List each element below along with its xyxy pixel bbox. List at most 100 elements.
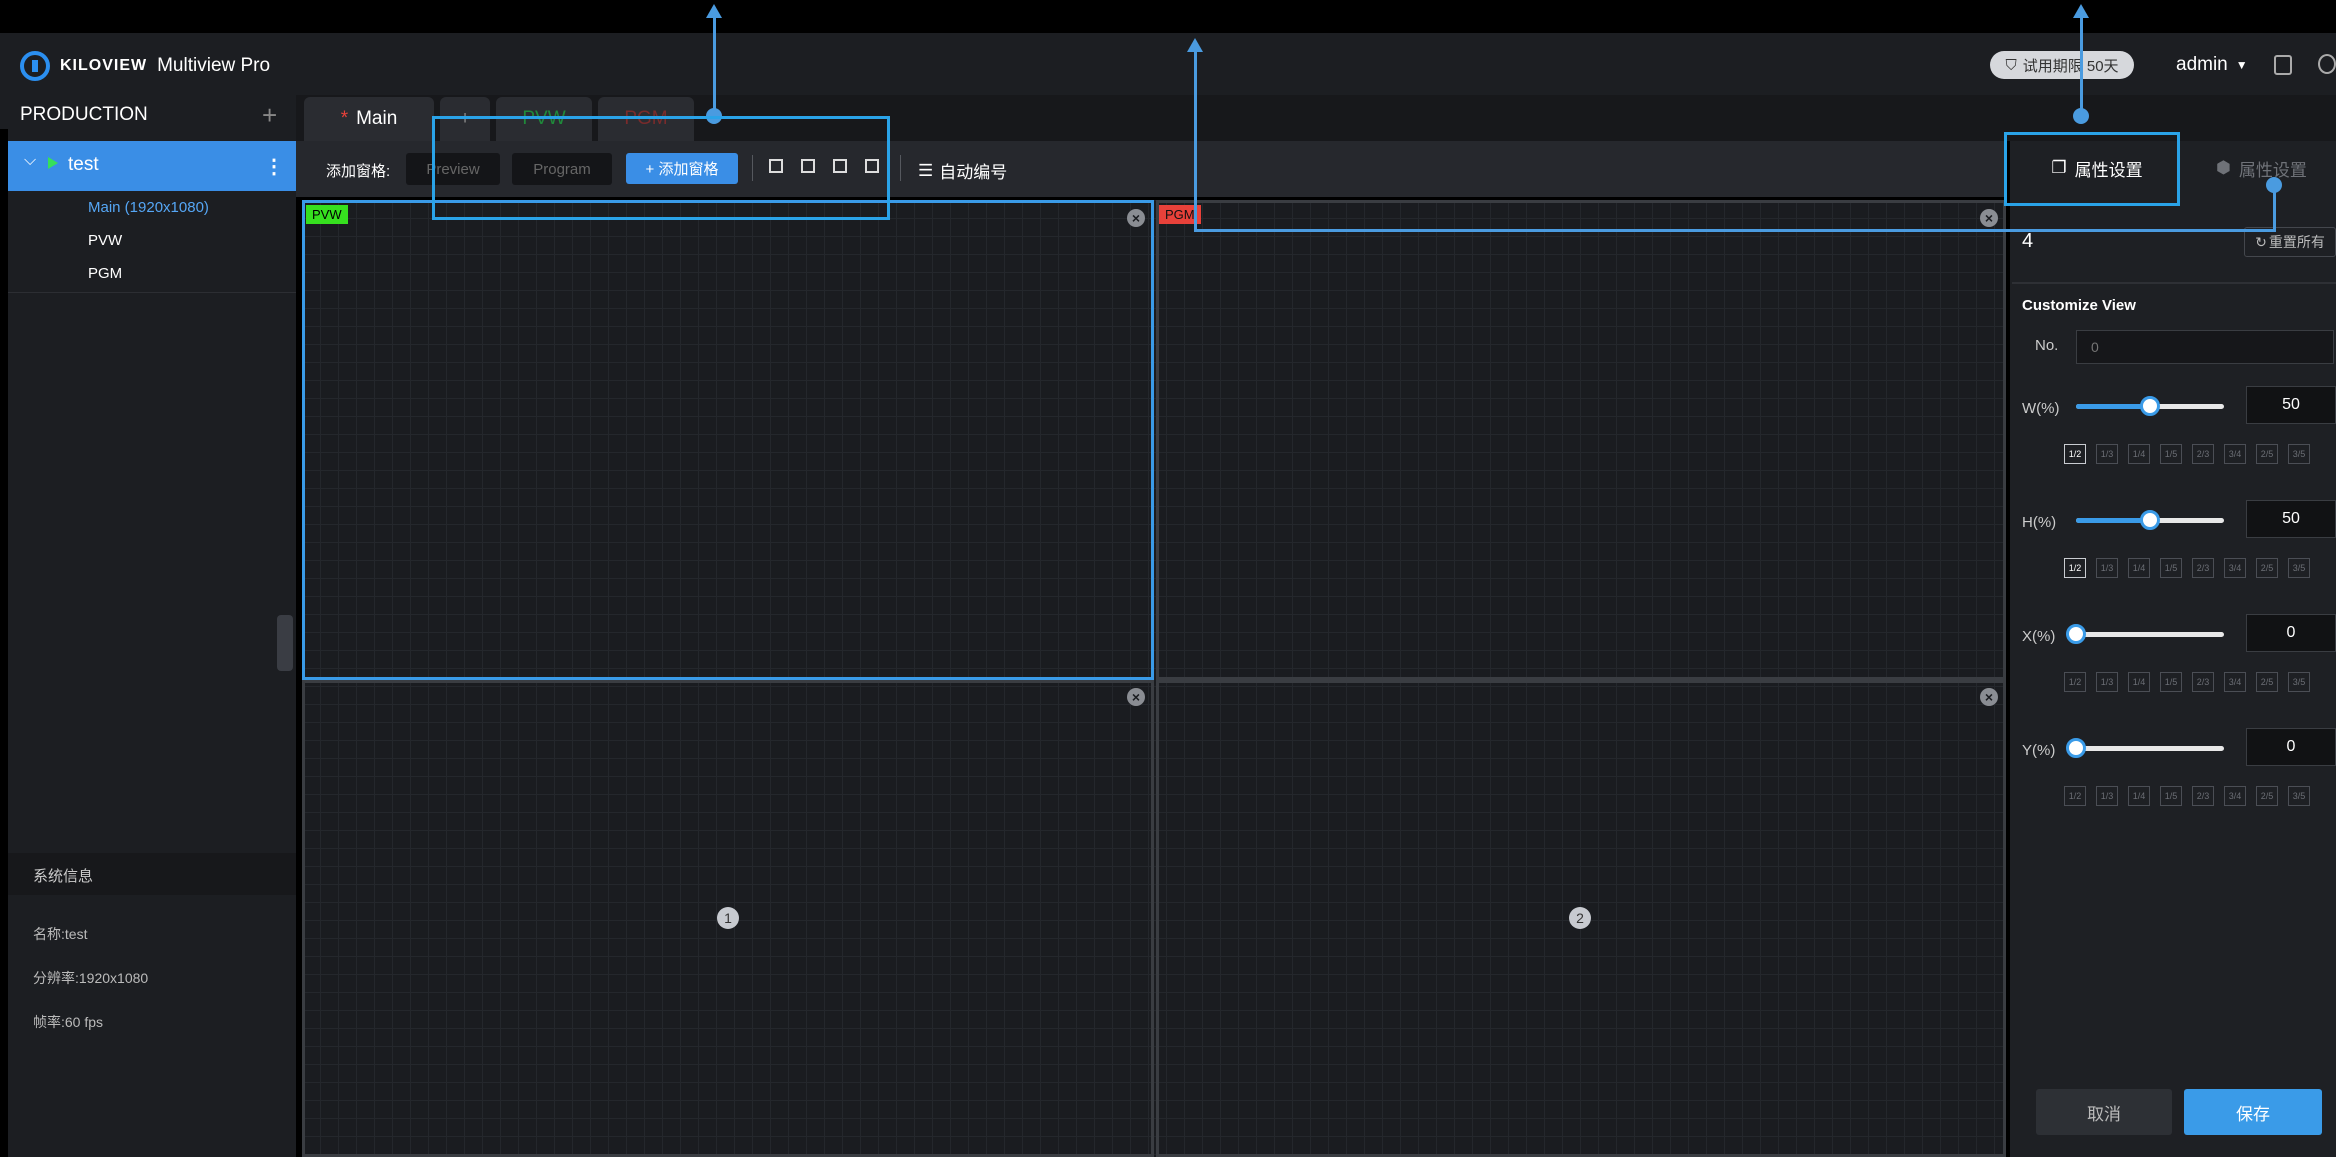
annotation-line bbox=[2080, 12, 2083, 116]
annotation-arrow bbox=[706, 4, 722, 18]
window-cell-pvw[interactable] bbox=[302, 200, 1154, 680]
fraction-preset-button[interactable]: 1/5 bbox=[2160, 444, 2182, 464]
more-vertical-icon[interactable]: ⋮ bbox=[264, 154, 284, 179]
fraction-preset-button[interactable]: 1/3 bbox=[2096, 558, 2118, 578]
fraction-preset-button[interactable]: 2/3 bbox=[2192, 558, 2214, 578]
annotation-line bbox=[1194, 48, 1197, 232]
sysinfo-framerate: 帧率:60 fps bbox=[33, 1014, 104, 1030]
user-menu[interactable]: admin ▼ bbox=[2176, 54, 2248, 76]
sysinfo-title: 系统信息 bbox=[33, 868, 94, 885]
fraction-preset-button[interactable]: 3/5 bbox=[2288, 444, 2310, 464]
fraction-preset-button[interactable]: 1/4 bbox=[2128, 558, 2150, 578]
trial-label: 试用期限 50天 bbox=[2022, 57, 2119, 75]
slider-track[interactable] bbox=[2076, 632, 2224, 637]
annotation-line bbox=[1194, 229, 2276, 232]
fraction-preset-button[interactable]: 1/3 bbox=[2096, 672, 2118, 692]
kiloview-logo-icon bbox=[20, 51, 50, 81]
cube-icon: ⬢ bbox=[2216, 158, 2231, 177]
fraction-preset-button[interactable]: 3/4 bbox=[2224, 558, 2246, 578]
toolbar-divider-2 bbox=[900, 155, 901, 181]
shield-icon: ⛉ bbox=[2005, 56, 2017, 74]
fraction-preset-button[interactable]: 2/3 bbox=[2192, 672, 2214, 692]
value-input[interactable]: 0 bbox=[2246, 614, 2336, 652]
fraction-presets: 1/2 1/3 1/4 1/5 2/3 3/4 2/5 3/5 bbox=[2064, 672, 2310, 692]
fraction-preset-button[interactable]: 2/3 bbox=[2192, 444, 2214, 464]
slider-knob[interactable] bbox=[2066, 738, 2086, 758]
slider-knob[interactable] bbox=[2140, 510, 2160, 530]
close-icon[interactable]: × bbox=[1127, 688, 1145, 706]
slider-knob[interactable] bbox=[2066, 624, 2086, 644]
project-name: test bbox=[68, 154, 99, 175]
field-label: W(%) bbox=[2022, 400, 2060, 417]
annotation-line bbox=[713, 12, 716, 116]
close-icon[interactable]: × bbox=[1980, 209, 1998, 227]
tree-item-pvw[interactable]: PVW bbox=[88, 232, 122, 249]
fraction-preset-button[interactable]: 1/4 bbox=[2128, 444, 2150, 464]
value-input[interactable]: 0 bbox=[2246, 728, 2336, 766]
refresh-icon: ↻ bbox=[2255, 233, 2267, 250]
no-input[interactable] bbox=[2076, 330, 2334, 364]
tree-item-main[interactable]: Main (1920x1080) bbox=[88, 199, 209, 216]
fraction-preset-button[interactable]: 1/4 bbox=[2128, 786, 2150, 806]
fraction-preset-button[interactable]: 3/4 bbox=[2224, 672, 2246, 692]
fraction-preset-button[interactable]: 1/4 bbox=[2128, 672, 2150, 692]
annotation-arrow bbox=[1187, 38, 1203, 52]
chevron-down-icon[interactable]: ⌵ bbox=[24, 152, 36, 170]
no-label: No. bbox=[2035, 337, 2059, 354]
slider-knob[interactable] bbox=[2140, 396, 2160, 416]
fraction-preset-button[interactable]: 3/5 bbox=[2288, 786, 2310, 806]
fraction-preset-button[interactable]: 1/2 bbox=[2064, 444, 2086, 464]
collapse-handle[interactable] bbox=[277, 615, 293, 671]
value-input[interactable]: 50 bbox=[2246, 386, 2336, 424]
annotation-dot bbox=[2266, 177, 2282, 193]
add-window-label: 添加窗格: bbox=[326, 163, 391, 180]
close-icon[interactable]: × bbox=[1127, 209, 1145, 227]
info-icon[interactable] bbox=[2318, 54, 2336, 74]
caret-down-icon: ▼ bbox=[2235, 58, 2248, 72]
tree-item-pgm[interactable]: PGM bbox=[88, 265, 122, 282]
fraction-presets: 1/2 1/3 1/4 1/5 2/3 3/4 2/5 3/5 bbox=[2064, 558, 2310, 578]
list-numbered-icon: ☰ bbox=[918, 160, 934, 180]
fraction-preset-button[interactable]: 1/2 bbox=[2064, 558, 2086, 578]
document-icon[interactable] bbox=[2274, 55, 2292, 75]
fraction-preset-button[interactable]: 1/2 bbox=[2064, 786, 2086, 806]
fraction-preset-button[interactable]: 3/4 bbox=[2224, 786, 2246, 806]
tab-main-label: Main bbox=[356, 108, 398, 129]
sysinfo-resolution: 分辨率:1920x1080 bbox=[33, 970, 149, 986]
fraction-preset-button[interactable]: 3/4 bbox=[2224, 444, 2246, 464]
fraction-preset-button[interactable]: 2/5 bbox=[2256, 558, 2278, 578]
add-production-icon[interactable]: + bbox=[262, 100, 277, 131]
save-button[interactable]: 保存 bbox=[2184, 1089, 2322, 1135]
fraction-preset-button[interactable]: 1/5 bbox=[2160, 786, 2182, 806]
fraction-preset-button[interactable]: 2/5 bbox=[2256, 672, 2278, 692]
cancel-button[interactable]: 取消 bbox=[2036, 1089, 2172, 1135]
slider-fill bbox=[2076, 518, 2150, 523]
fraction-preset-button[interactable]: 1/3 bbox=[2096, 444, 2118, 464]
tab-properties-inactive[interactable]: ⬢ 属性设置 bbox=[2216, 130, 2336, 206]
tab-main[interactable]: * Main bbox=[304, 97, 434, 141]
slider-fill bbox=[2076, 404, 2150, 409]
window-number-badge: 2 bbox=[1569, 907, 1591, 929]
fraction-presets: 1/2 1/3 1/4 1/5 2/3 3/4 2/5 3/5 bbox=[2064, 786, 2310, 806]
fraction-preset-button[interactable]: 1/2 bbox=[2064, 672, 2086, 692]
fraction-preset-button[interactable]: 2/5 bbox=[2256, 444, 2278, 464]
play-status-icon bbox=[48, 157, 58, 169]
value-input[interactable]: 50 bbox=[2246, 500, 2336, 538]
window-number-badge: 1 bbox=[717, 907, 739, 929]
fraction-preset-button[interactable]: 3/5 bbox=[2288, 672, 2310, 692]
annotation-dot bbox=[2073, 108, 2089, 124]
fraction-preset-button[interactable]: 3/5 bbox=[2288, 558, 2310, 578]
user-name: admin bbox=[2176, 54, 2228, 75]
window-cell-pgm[interactable] bbox=[1156, 200, 2006, 680]
auto-number-button[interactable]: ☰ 自动编号 bbox=[918, 158, 1007, 183]
slider-track[interactable] bbox=[2076, 746, 2224, 751]
fraction-preset-button[interactable]: 1/3 bbox=[2096, 786, 2118, 806]
annotation-box-toolbar bbox=[432, 116, 890, 220]
fraction-preset-button[interactable]: 2/5 bbox=[2256, 786, 2278, 806]
fraction-preset-button[interactable]: 1/5 bbox=[2160, 558, 2182, 578]
fraction-preset-button[interactable]: 1/5 bbox=[2160, 672, 2182, 692]
fraction-preset-button[interactable]: 2/3 bbox=[2192, 786, 2214, 806]
pvw-tag: PVW bbox=[306, 205, 348, 224]
reset-all-label: 重置所有 bbox=[2268, 234, 2325, 250]
close-icon[interactable]: × bbox=[1980, 688, 1998, 706]
